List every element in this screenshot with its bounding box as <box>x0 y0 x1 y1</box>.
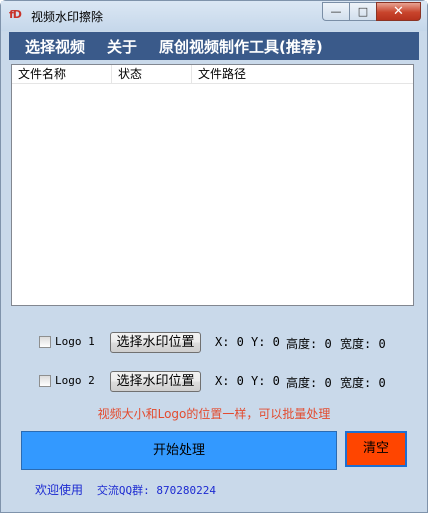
minimize-icon: — <box>330 5 342 18</box>
client-area: 选择视频 关于 原创视频制作工具(推荐) 文件名称 状态 文件路径 Logo 1… <box>9 31 419 506</box>
caption-buttons: — □ ✕ <box>322 2 421 21</box>
logo1-checkbox[interactable] <box>39 336 51 348</box>
maximize-icon: □ <box>357 5 369 18</box>
logo2-y-value: Y: 0 <box>251 374 280 388</box>
logo2-checkbox[interactable] <box>39 375 51 387</box>
menu-original-tool[interactable]: 原创视频制作工具(推荐) <box>159 36 323 57</box>
column-status[interactable]: 状态 <box>112 65 192 84</box>
logo1-y-value: Y: 0 <box>251 335 280 349</box>
app-logo-icon: fD <box>9 8 22 21</box>
minimize-button[interactable]: — <box>322 2 349 21</box>
logo1-select-position-button[interactable]: 选择水印位置 <box>110 332 201 353</box>
close-button[interactable]: ✕ <box>376 2 421 21</box>
file-list[interactable]: 文件名称 状态 文件路径 <box>11 64 414 306</box>
logo1-width-value: 宽度: 0 <box>340 337 386 351</box>
logo-row-2: Logo 2 选择水印位置 X: 0 Y: 0 高度: 0 宽度: 0 <box>9 371 419 393</box>
logo1-label: Logo 1 <box>55 335 95 348</box>
file-list-header: 文件名称 状态 文件路径 <box>12 65 413 84</box>
app-window: fD 视频水印擦除 — □ ✕ 选择视频 关于 原创视频制作工具(推荐) 文件名… <box>0 0 428 513</box>
logo2-height-value: 高度: 0 <box>286 376 332 390</box>
logo2-select-position-button[interactable]: 选择水印位置 <box>110 371 201 392</box>
close-icon: ✕ <box>393 4 404 19</box>
start-processing-button[interactable]: 开始处理 <box>21 431 337 470</box>
batch-hint-text: 视频大小和Logo的位置一样，可以批量处理 <box>97 407 331 421</box>
column-file-name[interactable]: 文件名称 <box>12 65 112 84</box>
menu-about[interactable]: 关于 <box>107 36 137 57</box>
logo2-width-value: 宽度: 0 <box>340 376 386 390</box>
window-title: 视频水印擦除 <box>31 10 104 24</box>
qq-group-text: 交流QQ群: 870280224 <box>96 484 216 497</box>
logo2-label: Logo 2 <box>55 374 95 387</box>
menu-select-video[interactable]: 选择视频 <box>25 36 85 57</box>
title-bar[interactable]: fD 视频水印擦除 — □ ✕ <box>1 1 427 31</box>
welcome-text: 欢迎使用 <box>35 483 84 497</box>
menu-bar: 选择视频 关于 原创视频制作工具(推荐) <box>9 32 419 60</box>
logo2-x-value: X: 0 <box>215 374 244 388</box>
logo-row-1: Logo 1 选择水印位置 X: 0 Y: 0 高度: 0 宽度: 0 <box>9 332 419 354</box>
logo1-x-value: X: 0 <box>215 335 244 349</box>
column-file-path[interactable]: 文件路径 <box>192 65 413 84</box>
logo1-height-value: 高度: 0 <box>286 337 332 351</box>
clear-button[interactable]: 清空 <box>345 431 407 467</box>
maximize-button[interactable]: □ <box>349 2 376 21</box>
footer: 欢迎使用 交流QQ群: 870280224 <box>35 481 216 498</box>
